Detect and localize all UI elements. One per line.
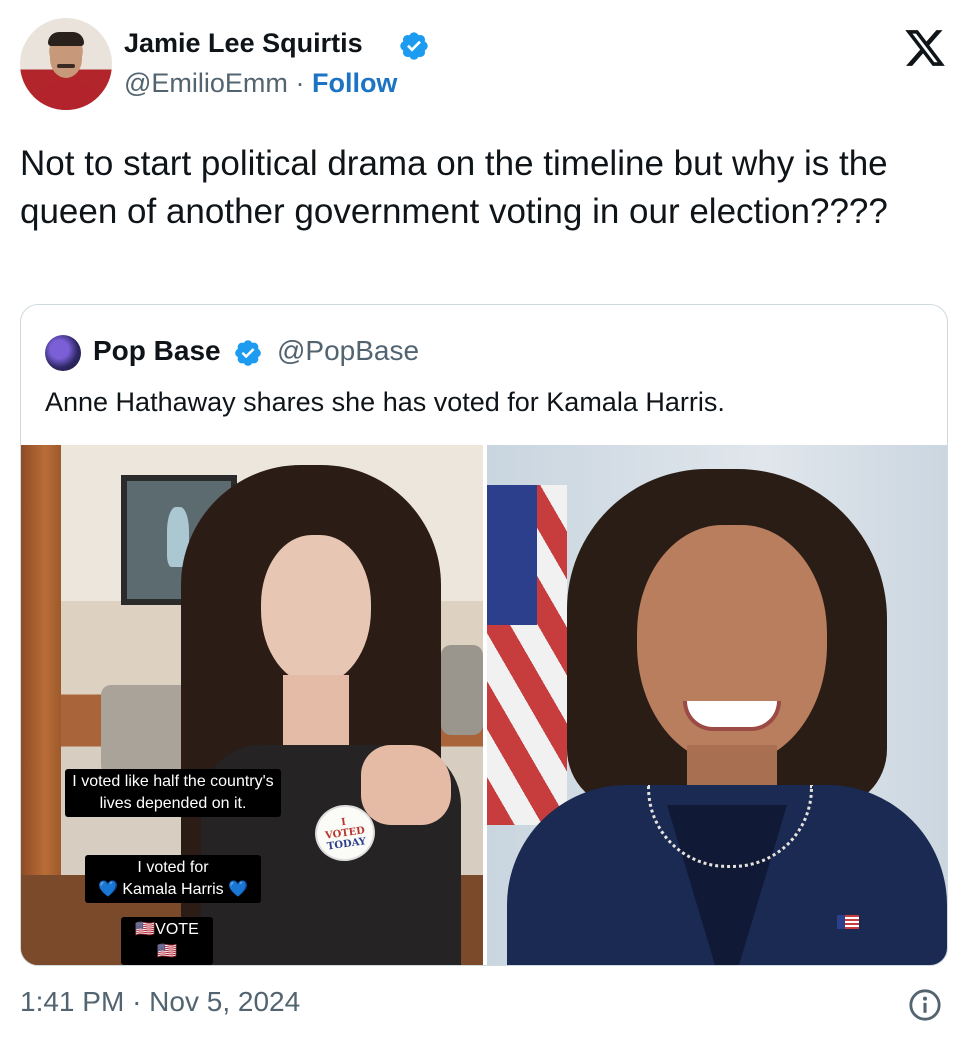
- image-caption-1: I voted like half the country's lives de…: [65, 769, 281, 817]
- timestamp-time[interactable]: 1:41 PM: [20, 986, 124, 1017]
- x-logo-icon[interactable]: [900, 26, 950, 70]
- flag-pin-icon: [837, 915, 859, 929]
- quoted-author-handle[interactable]: @PopBase: [277, 335, 419, 367]
- timestamp-date[interactable]: Nov 5, 2024: [149, 986, 300, 1017]
- person-smile: [683, 701, 781, 731]
- quoted-author-avatar[interactable]: [45, 335, 81, 371]
- tweet-timestamp[interactable]: 1:41 PM · Nov 5, 2024: [20, 986, 300, 1018]
- author-handle[interactable]: @EmilioEmm: [124, 68, 288, 98]
- info-icon[interactable]: [908, 988, 942, 1022]
- tweet-header: Jamie Lee Squirtis @EmilioEmm · Follow: [20, 18, 960, 118]
- quoted-image-kamala-harris[interactable]: [487, 445, 947, 965]
- image-caption-2: I voted for 💙 Kamala Harris 💙: [85, 855, 261, 903]
- quoted-tweet-text: Anne Hathaway shares she has voted for K…: [45, 387, 725, 417]
- person-face: [261, 535, 371, 685]
- image-caption-3: 🇺🇸VOTE 🇺🇸: [121, 917, 213, 965]
- person-hand: [361, 745, 451, 825]
- author-name[interactable]: Jamie Lee Squirtis: [124, 28, 363, 59]
- tweet-text: Not to start political drama on the time…: [20, 144, 888, 231]
- follow-button[interactable]: Follow: [312, 68, 397, 98]
- us-flag-canton: [487, 485, 537, 625]
- quoted-image-anne-hathaway[interactable]: I VOTED TODAY I voted like half the coun…: [21, 445, 483, 965]
- verified-badge-icon: [235, 340, 261, 366]
- author-avatar[interactable]: [20, 18, 112, 110]
- pillow: [441, 645, 483, 735]
- timestamp-separator: ·: [132, 986, 142, 1017]
- verified-badge-icon: [400, 32, 428, 60]
- author-handle-line: @EmilioEmm · Follow: [124, 68, 397, 99]
- person-neck: [283, 675, 349, 745]
- handle-separator: ·: [295, 68, 305, 98]
- quoted-author-name[interactable]: Pop Base: [93, 335, 221, 367]
- quoted-tweet-card[interactable]: Pop Base @PopBase Anne Hathaway shares s…: [20, 304, 948, 966]
